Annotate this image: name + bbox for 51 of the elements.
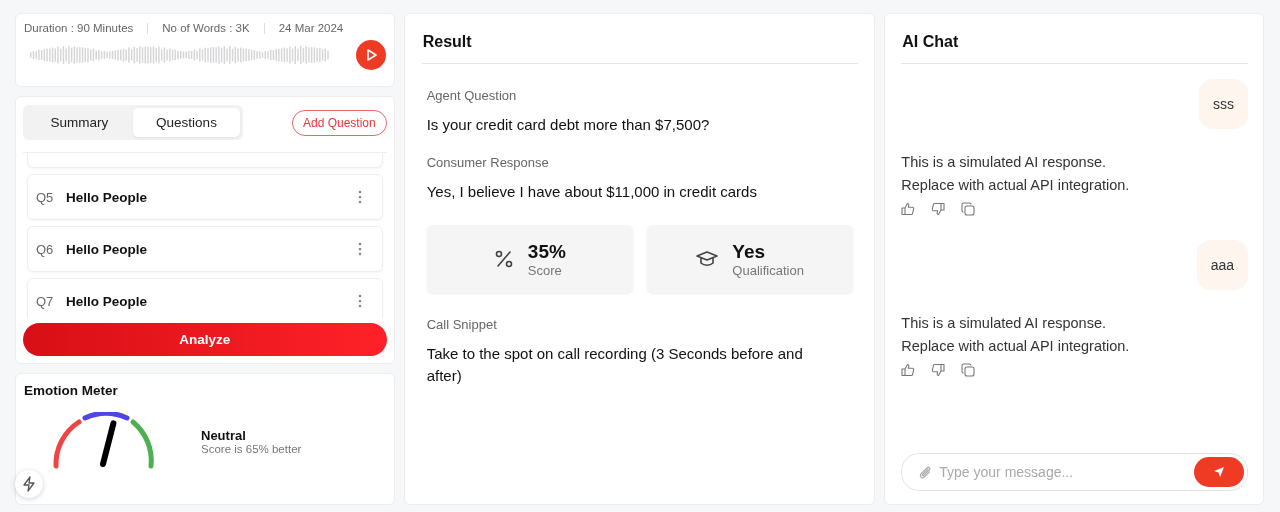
- user-message: aaa: [1196, 240, 1248, 290]
- send-button[interactable]: [1194, 457, 1244, 487]
- stat-value: Yes: [732, 240, 767, 263]
- more-icon[interactable]: [357, 190, 362, 204]
- emotion-label: Neutral: [201, 427, 247, 443]
- copy-icon[interactable]: [961, 363, 976, 377]
- question-text: Hello People: [66, 293, 149, 309]
- question-text: Hello People: [66, 241, 149, 257]
- user-message: sss: [1199, 79, 1248, 129]
- graduation-cap-icon: [696, 250, 719, 268]
- copy-icon[interactable]: [961, 202, 976, 216]
- tab[interactable]: Questions: [133, 108, 240, 137]
- question-card[interactable]: Q5 Hello People: [27, 174, 383, 220]
- recording-meta: Duration : 90 Minutes: [24, 22, 134, 34]
- stat-label: Qualification: [732, 262, 804, 278]
- thumbs-down-icon[interactable]: [931, 363, 946, 377]
- question-number: Q7: [36, 293, 55, 309]
- section-value: Yes, I believe I have about $11,000 in credit cards: [426, 182, 758, 202]
- question-card[interactable]: Q6 Hello People: [27, 226, 383, 272]
- panel-title: AI Chat: [901, 14, 1248, 64]
- lightning-icon: [22, 476, 36, 492]
- section-label: Call Snippet: [426, 317, 498, 332]
- play-button[interactable]: [355, 40, 386, 70]
- ai-response: This is a simulated AI response. Replace with actual API integration.: [901, 314, 1131, 356]
- percent-icon: [493, 249, 514, 269]
- section-label: Agent Question: [426, 88, 518, 103]
- card-title: Emotion Meter: [24, 383, 119, 398]
- thumbs-down-icon[interactable]: [931, 202, 946, 216]
- add-question-button[interactable]: Add Question: [291, 109, 387, 136]
- more-icon[interactable]: [357, 242, 362, 256]
- section-label: Consumer Response: [426, 155, 550, 170]
- tab[interactable]: Summary: [26, 108, 133, 137]
- question-number: Q6: [36, 241, 55, 257]
- recording-meta: 24 Mar 2024: [278, 22, 344, 34]
- thumbs-up-icon[interactable]: [901, 202, 916, 216]
- question-number: Q5: [36, 189, 55, 205]
- message-bar[interactable]: Type your message...: [901, 453, 1248, 491]
- ai-response: This is a simulated AI response. Replace with actual API integration.: [901, 153, 1131, 195]
- message-field[interactable]: Type your message...: [937, 463, 1194, 481]
- more-icon[interactable]: [357, 294, 362, 308]
- analyze-button[interactable]: Analyze: [23, 322, 387, 356]
- emotion-caption: Score is 65% better: [201, 442, 302, 455]
- send-icon: [1213, 466, 1225, 478]
- question-text: Hello People: [66, 189, 149, 205]
- thumbs-up-icon[interactable]: [901, 363, 916, 377]
- section-value: Is your credit card debt more than $7,500?: [426, 115, 711, 135]
- stat-label: Score: [527, 262, 563, 278]
- panel-title: Result: [421, 14, 859, 64]
- stat-value: 35%: [527, 240, 566, 263]
- section-value: Take to the spot on call recording (3 Seconds before and after): [426, 344, 804, 386]
- recording-meta: No of Words : 3K: [162, 22, 250, 34]
